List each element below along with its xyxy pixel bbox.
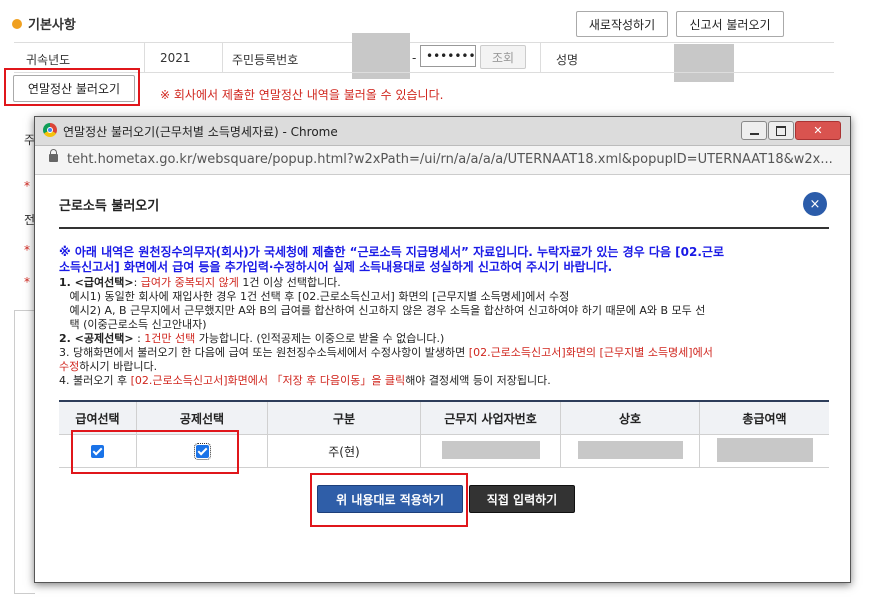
blue-notice-line: ※ 아래 내역은 원천징수의무자(회사)가 국세청에 제출한 “근로소득 지급명… xyxy=(59,245,724,259)
text: 3. 당해화면에서 불러오기 한 다음에 급여 또는 원천징수소득세에서 수정사… xyxy=(59,346,469,359)
lock-icon xyxy=(49,149,58,162)
popup-window: 연말정산 불러오기(근무처별 소득명세자료) - Chrome ✕ teht.h… xyxy=(34,116,851,583)
column-header: 구분 xyxy=(267,400,421,435)
section-bullet-icon xyxy=(12,18,22,29)
direct-input-button[interactable]: 직접 입력하기 xyxy=(469,485,575,513)
type-cell: 주(현) xyxy=(267,434,421,468)
minimize-button[interactable] xyxy=(741,121,767,140)
year-value: 2021 xyxy=(160,51,191,65)
instruction-line: 택 (이중근로소득 신고안내자) xyxy=(59,318,207,331)
load-notice: ※ 회사에서 제출한 연말정산 내역을 불러올 수 있습니다. xyxy=(160,88,444,102)
instruction-line: 예시2) A, B 근무지에서 근무했지만 A와 B의 급여를 합산하여 신고하… xyxy=(59,304,706,317)
text-red: 수정 xyxy=(59,360,80,373)
instruction-line: 수정하시기 바랍니다. xyxy=(59,360,839,374)
minimize-icon xyxy=(749,132,759,135)
blue-notice: ※ 아래 내역은 원천징수의무자(회사)가 국세청에 제출한 “근로소득 지급명… xyxy=(59,245,829,275)
load-year-end-button[interactable]: 연말정산 불러오기 xyxy=(13,75,135,102)
chrome-icon xyxy=(43,123,57,137)
text: : xyxy=(133,276,141,289)
text-red: 1건만 선택 xyxy=(144,332,196,345)
text: 가능합니다. (인적공제는 이중으로 받을 수 없습니다.) xyxy=(195,332,445,345)
section-title-text: 기본사항 xyxy=(28,18,76,33)
rrn-label: 주민등록번호 xyxy=(232,53,299,67)
background-panel xyxy=(14,310,35,594)
divider xyxy=(540,42,541,72)
year-label: 귀속년도 xyxy=(26,53,71,67)
text: 하시기 바랍니다. xyxy=(79,360,158,373)
text: 해야 결정세액 등이 저장됩니다. xyxy=(405,374,551,387)
name-label: 성명 xyxy=(556,53,579,67)
instruction-line: 4. 불러오기 후 [02.근로소득신고서]화면에서 「저장 후 다음이동」을 … xyxy=(59,374,839,388)
company-name-cell xyxy=(560,434,700,468)
total-salary-cell xyxy=(699,434,829,468)
column-header: 상호 xyxy=(560,400,700,435)
text-red: 급여가 중복되지 않게 xyxy=(140,276,239,289)
apply-button[interactable]: 위 내용대로 적용하기 xyxy=(317,485,463,513)
masked-value xyxy=(716,437,813,462)
highlight-box xyxy=(71,430,239,474)
text: 1건 이상 선택합니다. xyxy=(238,276,341,289)
text: 4. 불러오기 후 xyxy=(59,374,131,387)
lookup-button[interactable]: 조회 xyxy=(480,45,526,69)
rrn-back-input[interactable]: ••••••• xyxy=(420,45,476,67)
business-number-cell xyxy=(420,434,561,468)
url-text: teht.hometax.go.kr/websquare/popup.html?… xyxy=(67,152,833,167)
popup-titlebar[interactable]: 연말정산 불러오기(근무처별 소득명세자료) - Chrome ✕ xyxy=(35,117,850,146)
close-icon: ✕ xyxy=(813,124,823,137)
instructions: 1. <급여선택>: 급여가 중복되지 않게 1건 이상 선택합니다. 예시1)… xyxy=(59,276,839,388)
maximize-icon xyxy=(776,125,786,136)
name-masked xyxy=(674,44,734,82)
window-title: 연말정산 불러오기(근무처별 소득명세자료) - Chrome xyxy=(63,125,338,139)
column-header: 근무지 사업자번호 xyxy=(420,400,561,435)
instruction-line: 3. 당해화면에서 불러오기 한 다음에 급여 또는 원천징수소득세에서 수정사… xyxy=(59,346,839,360)
instruction-line: 예시1) 동일한 회사에 재입사한 경우 1건 선택 후 [02.근로소득신고서… xyxy=(59,290,570,303)
load-report-button[interactable]: 신고서 불러오기 xyxy=(676,11,784,37)
side-char: * xyxy=(24,179,30,193)
section-title: 기본사항 xyxy=(12,14,76,33)
text-red: [02.근로소득신고서]화면에서 「저장 후 다음이동」을 클릭 xyxy=(130,374,406,387)
side-char: * xyxy=(24,275,30,289)
address-bar[interactable]: teht.hometax.go.kr/websquare/popup.html?… xyxy=(35,146,850,175)
masked-value xyxy=(441,440,540,459)
text: : xyxy=(133,332,145,345)
new-write-button[interactable]: 새로작성하기 xyxy=(576,11,668,37)
divider xyxy=(14,42,834,43)
instruction-heading: 1. <급여선택> xyxy=(59,276,134,289)
divider xyxy=(144,42,145,72)
instruction-line: 2. <공제선택> : 1건만 선택 가능합니다. (인적공제는 이중으로 받을… xyxy=(59,332,839,346)
popup-title: 근로소득 불러오기 xyxy=(59,199,160,214)
blue-notice-line: 소득신고서] 화면에서 급여 등을 추가입력·수정하시어 실제 소득내용대로 성… xyxy=(59,260,613,274)
divider xyxy=(222,42,223,72)
close-icon: × xyxy=(809,196,821,212)
rrn-dash: - xyxy=(412,51,417,65)
window-close-button[interactable]: ✕ xyxy=(795,121,841,140)
maximize-button[interactable] xyxy=(768,121,794,140)
text-red: [02.근로소득신고서]화면의 [근무지별 소득명세]에서 xyxy=(468,346,713,359)
column-header: 총급여액 xyxy=(699,400,829,435)
masked-value xyxy=(577,440,683,459)
side-char: * xyxy=(24,243,30,257)
popup-close-button[interactable]: × xyxy=(803,192,827,216)
instruction-heading: 2. <공제선택> xyxy=(59,332,134,345)
title-divider xyxy=(59,227,829,229)
instruction-line: 1. <급여선택>: 급여가 중복되지 않게 1건 이상 선택합니다. xyxy=(59,276,839,290)
